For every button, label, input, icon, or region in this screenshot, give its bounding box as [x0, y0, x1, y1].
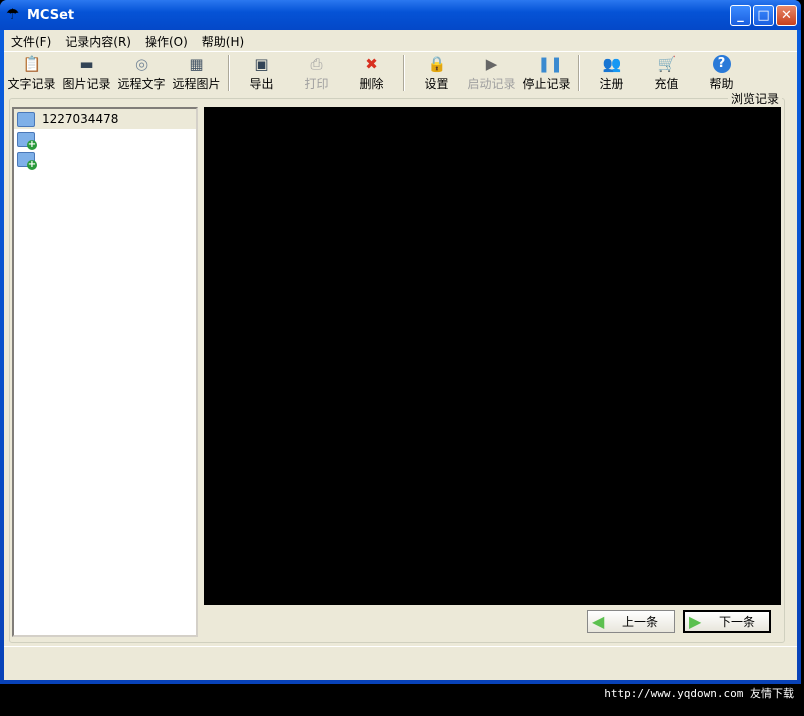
- delete-button[interactable]: ✖ 删除: [344, 55, 399, 95]
- window-title: MCSet: [27, 8, 75, 23]
- record-tree[interactable]: 1227034478: [12, 107, 198, 637]
- export-button[interactable]: ▣ 导出: [234, 55, 289, 95]
- start-record-button[interactable]: ▶ 启动记录: [464, 55, 519, 95]
- button-label: 图片记录: [62, 77, 111, 91]
- prev-label: 上一条: [622, 615, 659, 629]
- toolbar-separator: [403, 55, 405, 91]
- remote-image-button[interactable]: ▦ 远程图片: [169, 55, 224, 95]
- button-label: 启动记录: [467, 77, 516, 91]
- stop-record-button[interactable]: ❚❚ 停止记录: [519, 55, 574, 95]
- button-label: 远程文字: [117, 77, 166, 91]
- client-area: 文件(F) 记录内容(R) 操作(O) 帮助(H) 📋 文字记录 ▬ 图片记录 ◎ 远…: [4, 30, 797, 680]
- text-record-icon: 📋: [22, 55, 42, 73]
- next-button[interactable]: ▶ 下一条: [683, 610, 771, 633]
- prev-button[interactable]: ◀ 上一条: [587, 610, 675, 633]
- tree-node-root[interactable]: 1227034478: [14, 109, 196, 129]
- save-icon: ▣: [254, 55, 269, 73]
- title-bar[interactable]: ☂ MCSet _ □ ✕: [0, 0, 801, 30]
- toolbar: 📋 文字记录 ▬ 图片记录 ◎ 远程文字 ▦ 远程图片 ▣ 导出 ⎙ 打印 ✖ 删除 🔒 设置 …: [4, 51, 797, 95]
- group-label: 浏览记录: [727, 90, 782, 107]
- delete-icon: ✖: [365, 55, 378, 73]
- button-label: 文字记录: [7, 77, 56, 91]
- settings-icon: 🔒: [427, 55, 447, 73]
- button-label: 删除: [359, 77, 384, 91]
- remote-image-icon: ▦: [189, 55, 204, 73]
- recharge-button[interactable]: 🛒 充值: [639, 55, 694, 95]
- button-label: 充值: [654, 77, 679, 91]
- app-window: ☂ MCSet _ □ ✕ 文件(F) 记录内容(R) 操作(O) 帮助(H) …: [0, 0, 801, 684]
- next-label: 下一条: [719, 615, 756, 629]
- menu-file[interactable]: 文件(F): [4, 30, 58, 50]
- toolbar-separator: [578, 55, 580, 91]
- button-label: 停止记录: [522, 77, 571, 91]
- close-button[interactable]: ✕: [776, 5, 797, 26]
- remote-text-button[interactable]: ◎ 远程文字: [114, 55, 169, 95]
- image-record-icon: ▬: [79, 55, 94, 73]
- tree-node[interactable]: [14, 149, 196, 170]
- menu-record-content[interactable]: 记录内容(R): [58, 30, 138, 50]
- menu-operation[interactable]: 操作(O): [138, 30, 195, 50]
- maximize-button[interactable]: □: [753, 5, 774, 26]
- toolbar-separator: [228, 55, 230, 91]
- button-label: 导出: [249, 77, 274, 91]
- printer-icon: ⎙: [310, 55, 323, 73]
- register-button[interactable]: 👥 注册: [584, 55, 639, 95]
- folder-open-icon: [17, 111, 35, 127]
- cart-icon: 🛒: [657, 55, 677, 73]
- image-record-button[interactable]: ▬ 图片记录: [59, 55, 114, 95]
- users-icon: 👥: [602, 55, 622, 73]
- minimize-button[interactable]: _: [730, 5, 751, 26]
- record-preview: [204, 107, 781, 605]
- watermark: http://www.yqdown.com 友情下载: [604, 687, 794, 700]
- button-label: 打印: [304, 77, 329, 91]
- button-label: 设置: [424, 77, 449, 91]
- help-icon: ?: [712, 55, 731, 73]
- pause-icon: ❚❚: [537, 55, 563, 73]
- play-icon: ▶: [485, 55, 498, 73]
- folder-add-icon: [17, 151, 37, 170]
- folder-add-icon: [17, 131, 37, 150]
- tree-node[interactable]: [14, 129, 196, 150]
- status-bar: [4, 646, 797, 678]
- arrow-left-icon: ◀: [592, 611, 605, 631]
- button-label: 远程图片: [172, 77, 221, 91]
- menu-bar: 文件(F) 记录内容(R) 操作(O) 帮助(H): [4, 30, 251, 50]
- menu-help[interactable]: 帮助(H): [195, 30, 251, 50]
- text-record-button[interactable]: 📋 文字记录: [4, 55, 59, 95]
- settings-button[interactable]: 🔒 设置: [409, 55, 464, 95]
- tree-node-label: 1227034478: [42, 112, 119, 126]
- umbrella-icon: ☂: [6, 5, 20, 23]
- arrow-right-icon: ▶: [689, 611, 702, 631]
- button-label: 帮助: [709, 77, 734, 91]
- print-button[interactable]: ⎙ 打印: [289, 55, 344, 95]
- help-button[interactable]: ? 帮助: [694, 55, 749, 95]
- button-label: 注册: [599, 77, 624, 91]
- remote-text-icon: ◎: [134, 55, 149, 73]
